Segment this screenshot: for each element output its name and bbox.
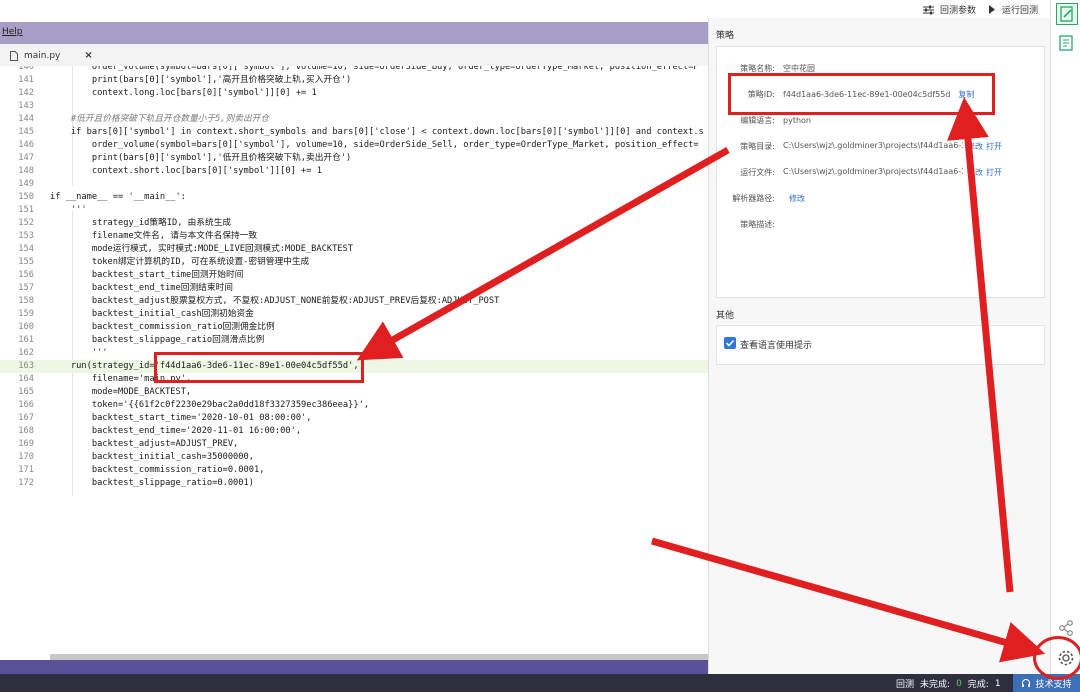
- arrow-to-code-id: [356, 146, 730, 361]
- arrow-to-panel-id: [947, 97, 1014, 593]
- arrow-to-settings: [651, 537, 1046, 663]
- annotation-arrows: [356, 97, 1046, 663]
